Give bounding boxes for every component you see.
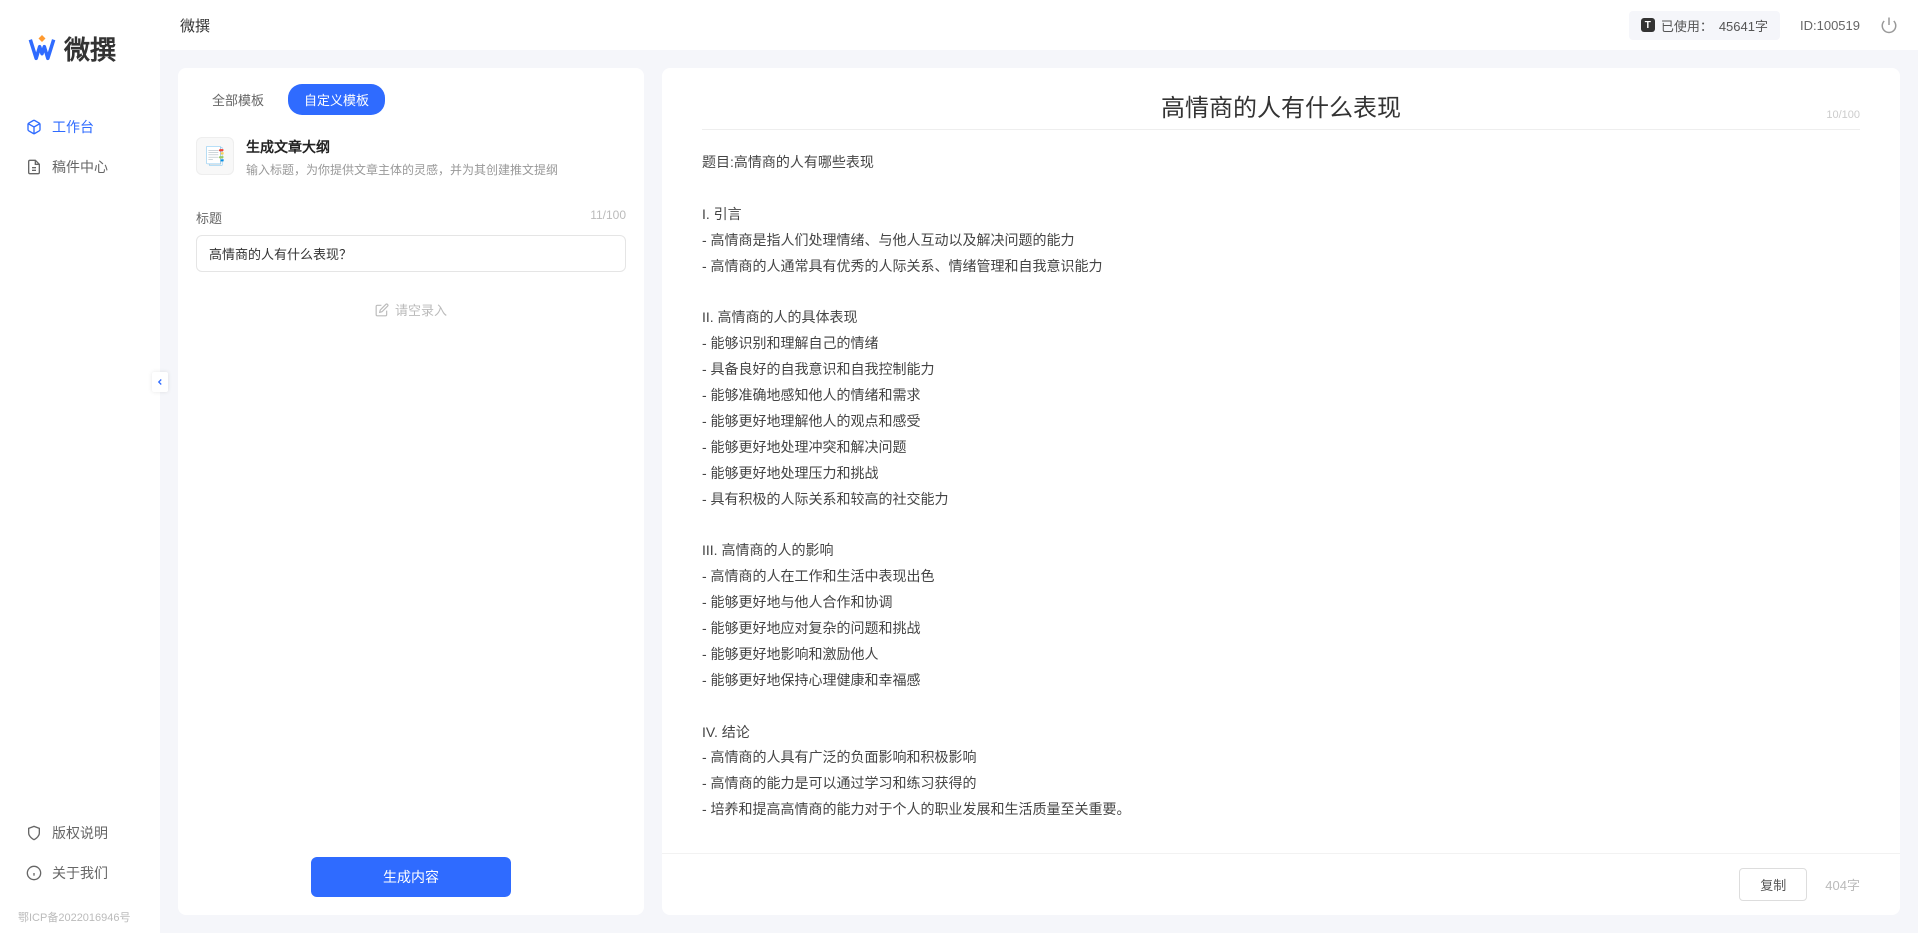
title-counter: 11/100 xyxy=(590,208,626,227)
generate-button[interactable]: 生成内容 xyxy=(311,857,511,897)
nav-item-label: 工作台 xyxy=(52,117,94,137)
template-title: 生成文章大纲 xyxy=(246,137,626,157)
edit-icon xyxy=(375,303,389,317)
nav-workbench[interactable]: 工作台 xyxy=(8,107,152,147)
sidebar-bottom: 版权说明 关于我们 xyxy=(0,805,160,901)
template-tabs: 全部模板 自定义模板 xyxy=(178,68,644,125)
power-icon[interactable] xyxy=(1880,16,1898,34)
empty-prompt: 请空录入 xyxy=(196,300,626,319)
output-panel: 高情商的人有什么表现 10/100 题目:高情商的人有哪些表现 I. 引言 - … xyxy=(662,68,1900,915)
nav-item-label: 版权说明 xyxy=(52,823,108,843)
sidebar-collapse-handle[interactable] xyxy=(152,372,168,392)
text-icon: T xyxy=(1641,18,1655,32)
char-count: 404字 xyxy=(1825,875,1860,894)
template-desc: 输入标题，为你提供文章主体的灵感，并为其创建推文提纲 xyxy=(246,161,626,178)
title-label: 标题 xyxy=(196,208,222,227)
nav-item-label: 稿件中心 xyxy=(52,157,108,177)
left-panel-footer: 生成内容 xyxy=(178,839,644,915)
sidebar: 微撰 工作台 稿件中心 版权说明 关于我们 鄂ICP备2022016946号 xyxy=(0,0,160,933)
tab-custom-templates[interactable]: 自定义模板 xyxy=(288,84,385,115)
app-logo: 微撰 xyxy=(0,0,160,107)
usage-badge[interactable]: T 已使用： 45641字 xyxy=(1629,11,1780,40)
output-title-counter: 10/100 xyxy=(1826,109,1860,121)
document-icon xyxy=(26,159,42,175)
logo-text: 微撰 xyxy=(64,30,116,67)
title-input[interactable] xyxy=(196,235,626,272)
user-id: ID:100519 xyxy=(1800,18,1860,33)
nav-about[interactable]: 关于我们 xyxy=(8,853,152,893)
nav-item-label: 关于我们 xyxy=(52,863,108,883)
content: 全部模板 自定义模板 📑 生成文章大纲 输入标题，为你提供文章主体的灵感，并为其… xyxy=(160,50,1918,933)
cube-icon xyxy=(26,119,42,135)
icp-footer: 鄂ICP备2022016946号 xyxy=(0,901,160,933)
shield-icon xyxy=(26,825,42,841)
template-card[interactable]: 📑 生成文章大纲 输入标题，为你提供文章主体的灵感，并为其创建推文提纲 xyxy=(178,125,644,190)
usage-value: 45641字 xyxy=(1719,16,1768,35)
info-icon xyxy=(26,865,42,881)
topbar: 微撰 T 已使用： 45641字 ID:100519 xyxy=(160,0,1918,50)
title-label-row: 标题 11/100 xyxy=(196,208,626,227)
nav-menu: 工作台 稿件中心 xyxy=(0,107,160,805)
output-body[interactable]: 题目:高情商的人有哪些表现 I. 引言 - 高情商是指人们处理情绪、与他人互动以… xyxy=(662,130,1900,853)
nav-copyright[interactable]: 版权说明 xyxy=(8,813,152,853)
output-footer: 复制 404字 xyxy=(662,853,1900,915)
output-title[interactable]: 高情商的人有什么表现 xyxy=(742,88,1820,123)
page-title: 微撰 xyxy=(180,15,210,36)
form-body: 标题 11/100 请空录入 xyxy=(178,190,644,839)
left-panel: 全部模板 自定义模板 📑 生成文章大纲 输入标题，为你提供文章主体的灵感，并为其… xyxy=(178,68,644,915)
usage-label: 已使用： xyxy=(1661,16,1713,35)
main: 微撰 T 已使用： 45641字 ID:100519 全部模板 自定义模板 xyxy=(160,0,1918,933)
topbar-right: T 已使用： 45641字 ID:100519 xyxy=(1629,11,1898,40)
output-header: 高情商的人有什么表现 10/100 xyxy=(702,68,1860,130)
copy-button[interactable]: 复制 xyxy=(1739,868,1807,901)
chevron-left-icon xyxy=(155,377,165,387)
nav-drafts[interactable]: 稿件中心 xyxy=(8,147,152,187)
template-icon: 📑 xyxy=(196,137,234,175)
logo-icon xyxy=(28,35,56,63)
tab-all-templates[interactable]: 全部模板 xyxy=(196,84,280,115)
